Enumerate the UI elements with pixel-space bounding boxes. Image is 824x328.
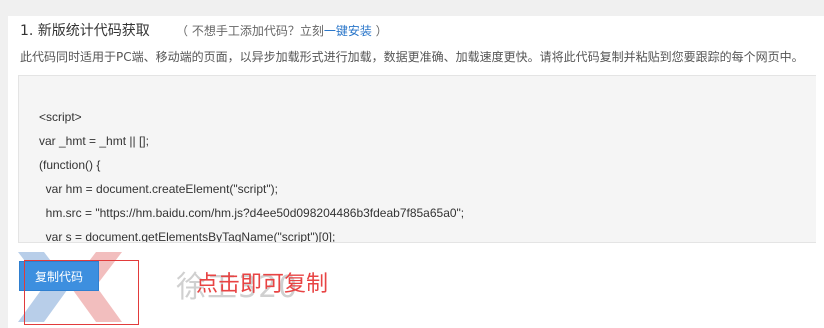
install-note: （ 不想手工添加代码？立刻一键安装 ）	[176, 22, 388, 39]
annotation-highlight-box	[24, 260, 139, 325]
code-line: hm.src = "https://hm.baidu.com/hm.js?d4e…	[39, 206, 465, 220]
code-line: var s = document.getElementsByTagName("s…	[39, 230, 336, 243]
section-heading: 1. 新版统计代码获取	[20, 23, 150, 39]
one-click-install-link[interactable]: 一键安装	[324, 24, 372, 38]
install-note-suffix: ）	[371, 24, 388, 38]
section-description: 此代码同时适用于PC端、移动端的页面，以异步加载形式进行加载，数据更准确、加载速…	[20, 50, 804, 64]
install-note-prefix: （ 不想手工添加代码？立刻	[176, 24, 324, 38]
code-line: var _hmt = _hmt || [];	[39, 134, 149, 148]
copy-hint-annotation: 点击即可复制	[196, 272, 329, 297]
code-line: <script>	[39, 110, 82, 124]
code-snippet-box[interactable]: <script> var _hmt = _hmt || []; (functio…	[18, 75, 816, 243]
code-line: (function() {	[39, 158, 101, 172]
code-line: var hm = document.createElement("script"…	[39, 182, 278, 196]
